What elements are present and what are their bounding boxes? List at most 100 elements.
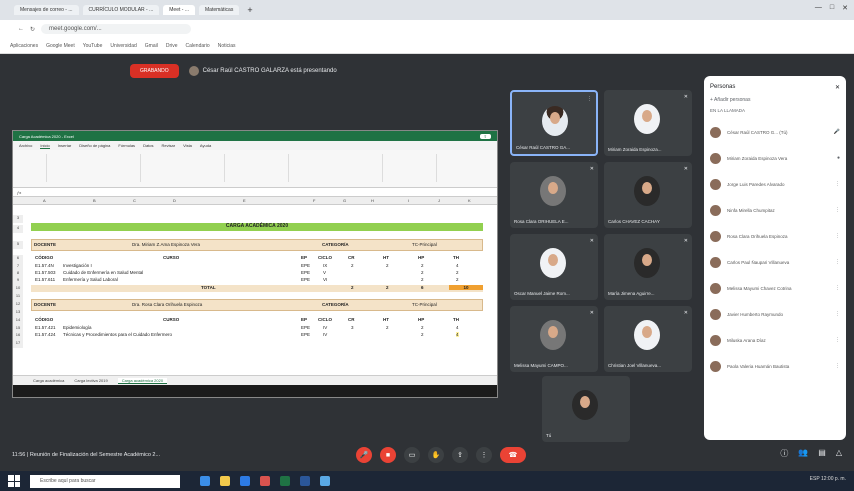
bookmark[interactable]: Noticias <box>218 43 236 49</box>
edge-icon[interactable] <box>240 476 250 486</box>
sheet-tab-active: Carga académica 2020 <box>117 377 168 384</box>
people-icon[interactable]: 👥 <box>798 448 808 459</box>
participant-row[interactable]: Javier Humberto Raymundo ⋮ <box>710 301 840 327</box>
header-cell: CÓDIGO <box>35 317 54 322</box>
col-header: B <box>93 198 96 203</box>
chrome-icon[interactable] <box>260 476 270 486</box>
self-tile[interactable]: Tú <box>542 376 630 442</box>
participant-tile[interactable]: ⋮ César Raúl CASTRO GA... <box>510 90 598 156</box>
bookmark[interactable]: Gmail <box>145 43 158 49</box>
participant-video <box>540 320 566 350</box>
participant-tile[interactable]: ✕ Rosa Clara ORIHUELA E... <box>510 162 598 228</box>
more-icon[interactable]: ⋮ <box>835 259 840 265</box>
participant-row[interactable]: Melissa Mayumi Chavez Cotrina ⋮ <box>710 275 840 301</box>
participant-row[interactable]: Ninfa Mirella Chumpitaz ⋮ <box>710 197 840 223</box>
browser-tab[interactable]: Matemáticas <box>199 5 240 15</box>
url-field[interactable]: meet.google.com/... <box>41 24 192 34</box>
captions-button[interactable]: ▭ <box>404 447 420 463</box>
close-panel-icon[interactable]: ✕ <box>835 84 840 91</box>
participant-name: Miriam Zoraida Espinoza Vera <box>727 155 788 161</box>
browser-tab[interactable]: Mensajes de correo - ... <box>14 5 79 15</box>
participant-tile[interactable]: ✕ Carlos CHAVEZ CACHAY <box>604 162 692 228</box>
excel-title: Carga Académica 2020 - Excel <box>19 133 74 139</box>
excel-icon[interactable] <box>280 476 290 486</box>
mic-icon[interactable]: 🎤 <box>834 129 840 135</box>
table-row: E1.57.424 Técnicas y Procedimientos para… <box>13 332 497 340</box>
cell: E1.57.503 <box>35 270 56 275</box>
cell: 2 <box>386 325 389 330</box>
participant-tile[interactable]: ✕ Miriam Zoraida Espinoza... <box>604 90 692 156</box>
mic-toggle-button[interactable]: 🎤 <box>356 447 372 463</box>
bookmark[interactable]: Drive <box>166 43 178 49</box>
minimize-icon[interactable]: — <box>815 4 822 12</box>
maximize-icon[interactable]: □ <box>830 4 834 12</box>
more-icon[interactable]: ⋮ <box>835 285 840 291</box>
present-button[interactable]: ⇪ <box>452 447 468 463</box>
cell: 2 <box>421 325 424 330</box>
more-icon[interactable]: ⋮ <box>835 363 840 369</box>
recording-badge: GRABANDO <box>130 64 179 78</box>
bookmark[interactable]: Calendario <box>186 43 210 49</box>
add-people-button[interactable]: + Añadir personas <box>710 97 840 103</box>
word-icon[interactable] <box>300 476 310 486</box>
participant-tile[interactable]: ✕ Oscar Manuel Jaime Rom... <box>510 234 598 300</box>
cell: IX <box>323 263 328 268</box>
bookmark[interactable]: YouTube <box>83 43 103 49</box>
participant-row[interactable]: Miriam Zoraida Espinoza Vera ● <box>710 145 840 171</box>
participant-name: Jorge Luis Paredes Alvarado <box>727 181 785 187</box>
browser-tab[interactable]: Meet - ... <box>163 5 195 15</box>
back-icon[interactable]: ← <box>18 26 24 32</box>
leave-call-button[interactable]: ☎ <box>500 447 526 463</box>
browser-tab[interactable]: CURRÍCULO MODULAR - ... <box>82 5 160 15</box>
new-tab-icon[interactable]: + <box>243 5 256 15</box>
cell: E1.57.611 <box>35 277 56 282</box>
column-headers: A B C D E F G H I J K <box>13 197 497 205</box>
row-number: 13 <box>13 309 23 317</box>
more-icon[interactable]: ⋮ <box>835 207 840 213</box>
avatar <box>710 282 721 294</box>
more-icon[interactable]: ⋮ <box>835 233 840 239</box>
raise-hand-button[interactable]: ✋ <box>428 447 444 463</box>
activities-icon[interactable]: △ <box>836 448 842 459</box>
cell: EPE <box>301 270 311 275</box>
participant-tile[interactable]: ✕ María Jimena Aguirre... <box>604 234 692 300</box>
taskbar-search-input[interactable]: Escribe aquí para buscar <box>30 474 180 488</box>
add-person-icon: + <box>710 97 713 103</box>
windows-start-icon[interactable] <box>8 475 20 487</box>
more-icon[interactable]: ⋮ <box>835 181 840 187</box>
camera-toggle-button[interactable]: ■ <box>380 447 396 463</box>
cell: 4 <box>456 332 459 337</box>
participant-tile[interactable]: ✕ Christian Joel Villanueva... <box>604 306 692 372</box>
more-options-button[interactable]: ⋮ <box>476 447 492 463</box>
mic-icon[interactable]: ● <box>837 155 840 161</box>
col-header: G <box>343 198 347 203</box>
task-view-icon[interactable] <box>200 476 210 486</box>
participant-row[interactable]: César Raúl CASTRO G... (Tú) 🎤 <box>710 119 840 145</box>
chat-icon[interactable]: ▤ <box>818 448 826 459</box>
close-icon[interactable]: ✕ <box>842 4 848 12</box>
reload-icon[interactable]: ↻ <box>30 26 35 33</box>
participant-video <box>634 104 660 134</box>
bookmark[interactable]: Universidad <box>110 43 136 49</box>
participant-tile[interactable]: ✕ Melissa Mayumi CAMPO... <box>510 306 598 372</box>
participant-row[interactable]: Miluska Arana Díaz ⋮ <box>710 327 840 353</box>
participant-row[interactable]: Paola Valeria Huamán Bautista ⋮ <box>710 353 840 379</box>
categoria-label: CATEGORÍA <box>322 302 349 307</box>
participant-row[interactable]: Carlos Paul Ñaupari Villanueva ⋮ <box>710 249 840 275</box>
participant-row[interactable]: Rosa Clara Orihuela Espinoza ⋮ <box>710 223 840 249</box>
info-icon[interactable]: ⓘ <box>780 448 788 459</box>
header-cell: TH <box>453 317 459 322</box>
bookmark[interactable]: Aplicaciones <box>10 43 38 49</box>
docente-header: DOCENTE Dra. Rosa Clara Orihuela Espinoz… <box>31 299 483 311</box>
file-explorer-icon[interactable] <box>220 476 230 486</box>
cell: 2 <box>456 277 459 282</box>
mail-icon[interactable] <box>320 476 330 486</box>
col-header: J <box>438 198 440 203</box>
more-icon[interactable]: ⋮ <box>835 337 840 343</box>
presenter-text: César Raúl CASTRO GALARZA está presentan… <box>202 68 337 74</box>
more-icon[interactable]: ⋮ <box>835 311 840 317</box>
browser-tab-strip: Mensajes de correo - ... CURRÍCULO MODUL… <box>0 0 854 20</box>
participant-row[interactable]: Jorge Luis Paredes Alvarado ⋮ <box>710 171 840 197</box>
cell: EPE <box>301 277 311 282</box>
bookmark[interactable]: Google Meet <box>46 43 75 49</box>
